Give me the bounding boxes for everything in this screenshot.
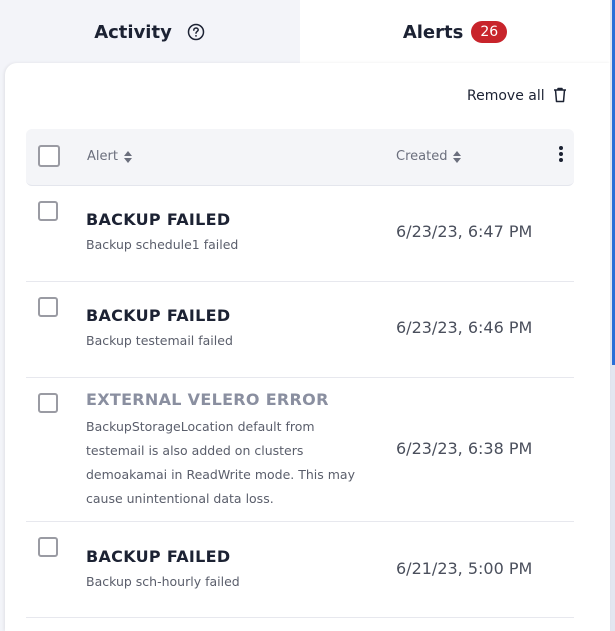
column-header-alert[interactable]: Alert — [87, 149, 132, 164]
sort-icon — [123, 150, 132, 163]
alert-description: Backup schedule1 failed — [86, 237, 239, 252]
alerts-count-badge: 26 — [471, 21, 508, 43]
alert-created: 6/23/23, 6:38 PM — [396, 439, 533, 458]
alerts-panel: Remove all Alert Created BACKUP FAILED B… — [5, 63, 610, 631]
table-header: Alert Created — [26, 129, 574, 186]
tab-alerts-label: Alerts — [402, 21, 464, 43]
alert-description: BackupStorageLocation default from teste… — [86, 419, 355, 506]
alert-description: Backup testemail failed — [86, 333, 233, 348]
alert-title: BACKUP FAILED — [86, 306, 231, 325]
alert-description: Backup sch-hourly failed — [86, 574, 240, 589]
row-checkbox[interactable] — [38, 201, 58, 221]
row-checkbox[interactable] — [38, 297, 58, 317]
help-icon[interactable] — [186, 22, 206, 42]
remove-all-button[interactable]: Remove all — [467, 85, 569, 107]
table-row[interactable]: BACKUP FAILED Backup sch-hourly failed 6… — [26, 521, 574, 618]
trash-icon — [553, 87, 569, 105]
table-row[interactable]: EXTERNAL VELERO ERROR BackupStorageLocat… — [26, 377, 574, 522]
remove-all-label: Remove all — [467, 88, 545, 104]
alert-created: 6/23/23, 6:46 PM — [396, 318, 533, 337]
tab-alerts[interactable]: Alerts 26 — [300, 0, 610, 64]
tab-activity[interactable]: Activity — [0, 0, 300, 64]
alert-title: BACKUP FAILED — [86, 547, 231, 566]
alert-title: BACKUP FAILED — [86, 210, 231, 229]
select-all-checkbox[interactable] — [38, 145, 60, 167]
sort-icon — [453, 150, 462, 163]
tab-activity-label: Activity — [94, 21, 172, 43]
row-checkbox[interactable] — [38, 393, 58, 413]
row-checkbox[interactable] — [38, 537, 58, 557]
alert-title: EXTERNAL VELERO ERROR — [86, 390, 329, 409]
table-row[interactable]: BACKUP FAILED Backup testemail failed 6/… — [26, 281, 574, 378]
alert-created: 6/21/23, 5:00 PM — [396, 559, 533, 578]
table-row[interactable]: BACKUP FAILED Backup schedule1 failed 6/… — [26, 185, 574, 282]
column-header-created[interactable]: Created — [396, 149, 462, 164]
kebab-menu-icon[interactable] — [558, 145, 564, 163]
alert-created: 6/23/23, 6:47 PM — [396, 222, 533, 241]
